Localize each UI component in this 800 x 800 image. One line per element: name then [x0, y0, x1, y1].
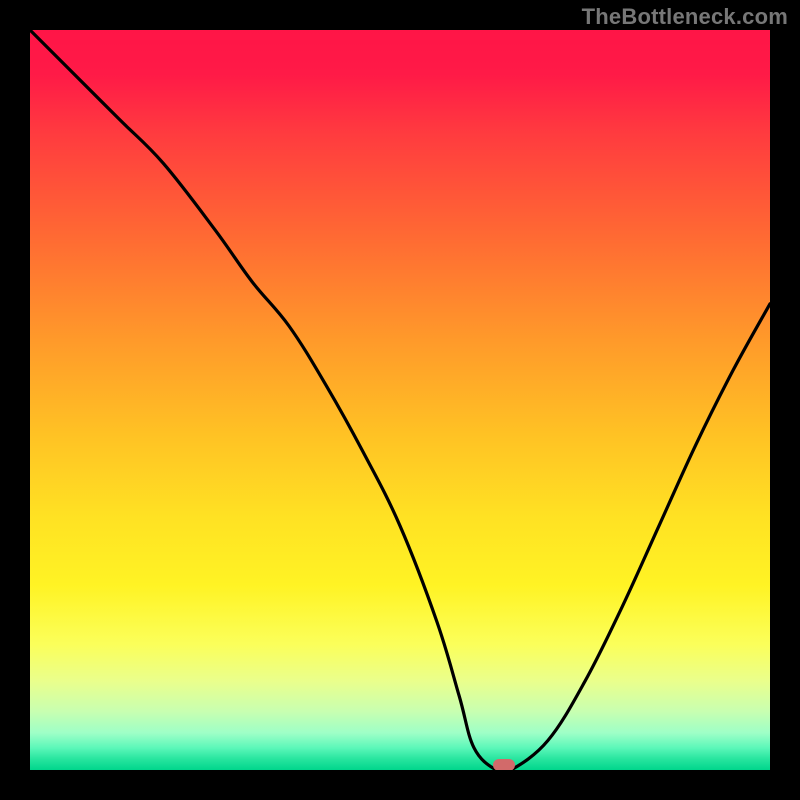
chart-frame: TheBottleneck.com	[0, 0, 800, 800]
curve-path	[30, 30, 770, 770]
plot-area	[30, 30, 770, 770]
optimal-point-marker	[493, 759, 515, 770]
bottleneck-curve	[30, 30, 770, 770]
watermark-text: TheBottleneck.com	[582, 4, 788, 30]
